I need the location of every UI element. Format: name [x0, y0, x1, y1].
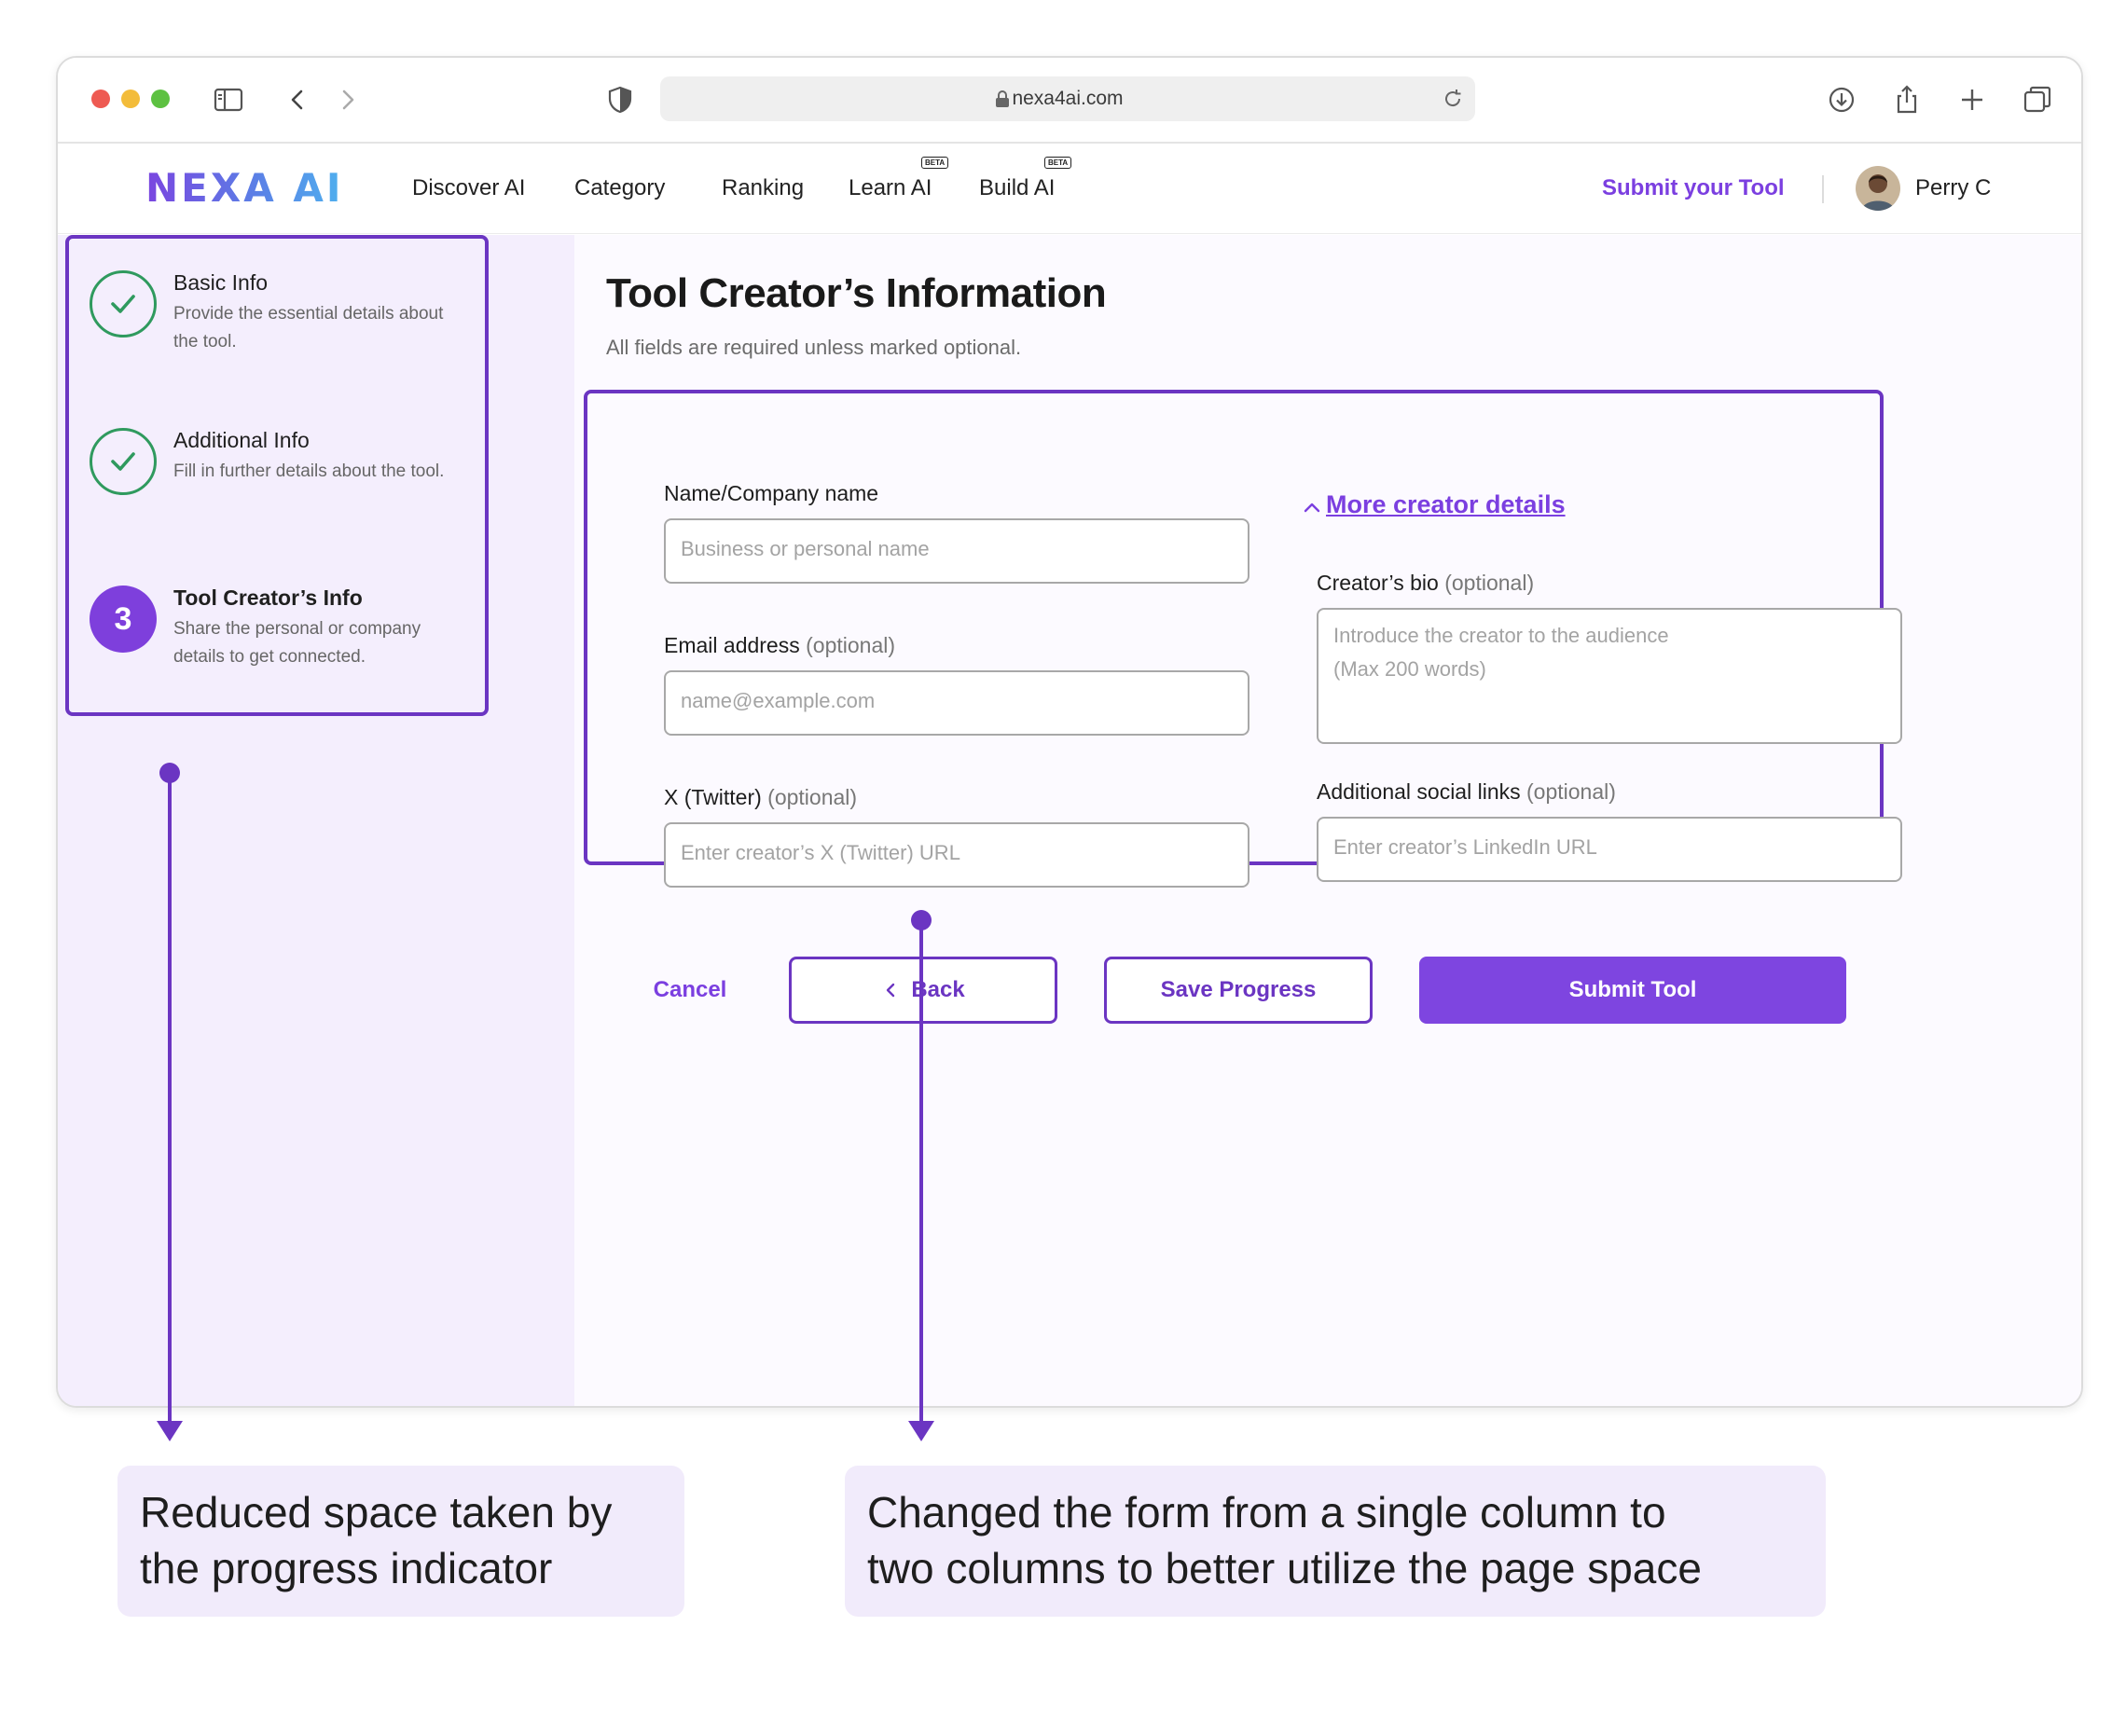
nav-link-category[interactable]: Category [574, 175, 665, 201]
nexa-ai-logo-mark: NEXA AI [145, 165, 341, 211]
address-bar[interactable]: nexa4ai.com [660, 76, 1475, 121]
beta-badge: BETA [1044, 157, 1072, 169]
maximize-window-button[interactable] [151, 90, 170, 108]
social-label-text: Additional social links [1317, 779, 1521, 804]
browser-toolbar: nexa4ai.com [58, 58, 2081, 144]
optional-tag: (optional) [806, 633, 896, 657]
twitter-input[interactable]: Enter creator’s X (Twitter) URL [664, 822, 1249, 888]
nav-link-ranking[interactable]: Ranking [722, 175, 804, 201]
step-description: Fill in further details about the tool. [173, 462, 445, 481]
avatar[interactable] [1856, 166, 1900, 211]
forward-arrow-icon[interactable] [332, 84, 364, 116]
optional-tag: (optional) [1526, 779, 1616, 804]
nav-link-learn-ai[interactable]: Learn AI BETA [849, 157, 949, 201]
progress-indicator: Basic Info Provide the essential details… [65, 235, 489, 716]
email-label-text: Email address [664, 633, 800, 657]
close-window-button[interactable] [91, 90, 110, 108]
checkmark-icon [111, 452, 135, 471]
step-complete-indicator [90, 428, 157, 495]
name-input[interactable]: Business or personal name [664, 518, 1249, 584]
optional-tag: (optional) [767, 785, 858, 809]
nav-link-learn-ai-label: Learn AI [849, 175, 932, 200]
sidebar-toggle-icon[interactable] [213, 84, 244, 116]
cancel-button[interactable]: Cancel [630, 957, 750, 1024]
bio-field-label: Creator’s bio (optional) [1317, 571, 1534, 596]
step-title: Additional Info [173, 428, 310, 452]
linkedin-input[interactable]: Enter creator’s LinkedIn URL [1317, 817, 1902, 882]
annotation-arrowhead [157, 1421, 183, 1441]
social-links-field-label: Additional social links (optional) [1317, 779, 1616, 805]
annotation-arrowhead [908, 1421, 934, 1441]
step-description: Provide the essential details about the … [173, 304, 444, 351]
new-tab-icon[interactable] [1956, 84, 1988, 116]
annotation-callout-form: Changed the form from a single column to… [845, 1466, 1826, 1617]
step-description: Share the personal or company details to… [173, 619, 421, 667]
bio-label-text: Creator’s bio [1317, 571, 1439, 595]
step-title: Basic Info [173, 270, 268, 295]
callout-line: Changed the form from a single column to [867, 1488, 1666, 1536]
nav-link-build-ai-label: Build AI [979, 175, 1056, 200]
name-field-label: Name/Company name [664, 481, 879, 505]
address-url: nexa4ai.com [1012, 88, 1124, 109]
step-title: Tool Creator’s Info [173, 586, 363, 610]
annotation-line [919, 920, 923, 1438]
bio-placeholder-line: Introduce the creator to the audience [1333, 624, 1669, 647]
nav-divider [1822, 175, 1824, 203]
submit-tool-button[interactable]: Submit Tool [1419, 957, 1846, 1024]
chevron-up-icon[interactable] [1301, 496, 1323, 518]
save-progress-button[interactable]: Save Progress [1104, 957, 1373, 1024]
nav-link-build-ai[interactable]: Build AI BETA [979, 157, 1072, 201]
submit-your-tool-link[interactable]: Submit your Tool [1602, 175, 1785, 201]
shield-icon[interactable] [604, 84, 636, 116]
nav-link-discover-ai[interactable]: Discover AI [412, 175, 525, 201]
chevron-left-icon [887, 983, 895, 998]
callout-line: two columns to better utilize the page s… [867, 1544, 1702, 1592]
bio-textarea[interactable]: Introduce the creator to the audience (M… [1317, 608, 1902, 744]
nexa-ai-logo[interactable]: NEXA AI [145, 164, 341, 214]
tab-overview-icon[interactable] [2022, 84, 2053, 116]
email-input[interactable]: name@example.com [664, 670, 1249, 736]
email-field-label: Email address (optional) [664, 633, 895, 658]
annotation-line [168, 773, 172, 1438]
beta-badge: BETA [921, 157, 949, 169]
step-complete-indicator [90, 270, 157, 338]
checkmark-icon [111, 295, 135, 313]
minimize-window-button[interactable] [121, 90, 140, 108]
bio-placeholder-line: (Max 200 words) [1333, 657, 1486, 681]
user-name[interactable]: Perry C [1915, 175, 1991, 201]
logo-text: NEXA AI [145, 165, 341, 209]
share-icon[interactable] [1891, 84, 1923, 116]
optional-tag: (optional) [1444, 571, 1535, 595]
annotation-callout-progress: Reduced space taken by the progress indi… [117, 1466, 684, 1617]
page-title: Tool Creator’s Information [606, 270, 1107, 316]
page-subtitle: All fields are required unless marked op… [606, 336, 1022, 359]
back-arrow-icon[interactable] [282, 84, 313, 116]
user-avatar-image [1856, 166, 1900, 211]
more-creator-details-toggle[interactable]: More creator details [1326, 490, 1566, 519]
twitter-label-text: X (Twitter) [664, 785, 762, 809]
twitter-field-label: X (Twitter) (optional) [664, 785, 857, 810]
back-button[interactable]: Back [789, 957, 1057, 1024]
callout-line: Reduced space taken by [140, 1488, 613, 1536]
download-icon[interactable] [1826, 84, 1857, 116]
step-number-badge: 3 [90, 586, 157, 653]
site-header: NEXA AI Discover AI Category Ranking Lea… [58, 144, 2081, 234]
reload-icon[interactable] [1442, 88, 1464, 110]
callout-line: the progress indicator [140, 1544, 553, 1592]
